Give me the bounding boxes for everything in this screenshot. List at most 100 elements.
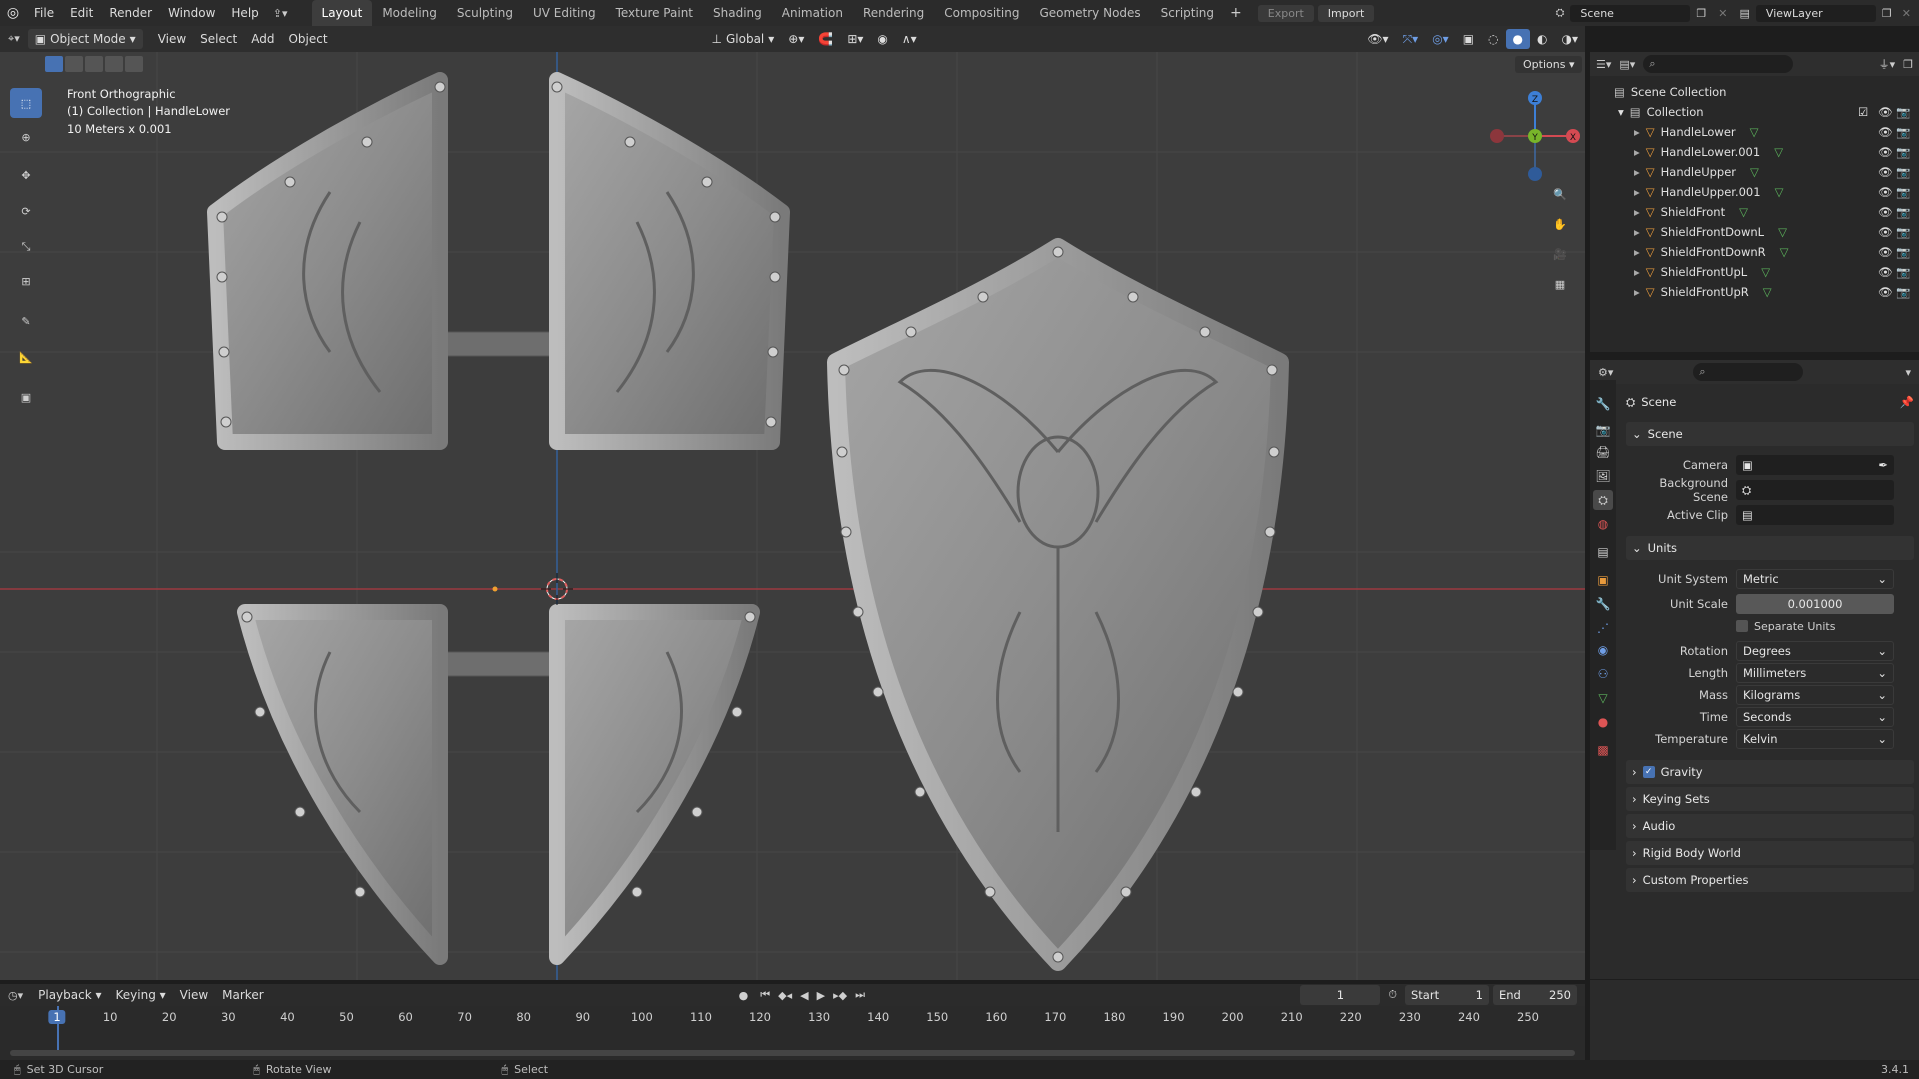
expand-arrow-icon[interactable]: ▸	[1634, 145, 1640, 159]
pivot-point-icon[interactable]: ⊕▾	[781, 29, 811, 49]
properties-search-field[interactable]: ⌕	[1693, 363, 1804, 381]
outliner-search-field[interactable]: ⌕	[1643, 55, 1794, 73]
visibility-filter-icon[interactable]: 👁▾	[1360, 29, 1395, 49]
camera-icon[interactable]: 📷	[1896, 265, 1910, 279]
object-tab-icon[interactable]: ▣	[1593, 570, 1613, 590]
eye-icon[interactable]: 👁	[1878, 245, 1893, 259]
delete-view-layer-icon[interactable]: ✕	[1898, 7, 1919, 20]
material-tab-icon[interactable]: ●	[1593, 712, 1613, 732]
expand-arrow-icon[interactable]: ▸	[1634, 205, 1640, 219]
expand-arrow-icon[interactable]: ▾	[1618, 105, 1624, 119]
camera-icon[interactable]: 📷	[1896, 165, 1910, 179]
chevron-down-icon[interactable]: ▾	[1905, 366, 1911, 379]
tab-animation[interactable]: Animation	[772, 0, 853, 26]
measure-tool[interactable]: 📐	[10, 342, 42, 372]
select-invert-icon[interactable]	[105, 56, 123, 72]
upload-icon[interactable]: ⇪▾	[267, 7, 294, 20]
view-layer-selector[interactable]: ViewLayer	[1755, 4, 1876, 22]
camera-icon[interactable]: 📷	[1896, 205, 1910, 219]
gravity-checkbox[interactable]: ✓	[1642, 766, 1655, 778]
menu-help[interactable]: Help	[223, 0, 266, 26]
annotate-tool[interactable]: ✎	[10, 306, 42, 336]
tab-texture-paint[interactable]: Texture Paint	[606, 0, 703, 26]
unit-scale-field[interactable]: 0.001000	[1736, 594, 1894, 614]
wireframe-shading-icon[interactable]: ◌	[1481, 29, 1505, 49]
rotation-dropdown[interactable]: Degrees ⌄	[1736, 641, 1894, 661]
record-icon[interactable]: ●	[731, 989, 757, 1002]
scene-tab-icon[interactable]: ⛭	[1593, 490, 1613, 510]
eye-icon[interactable]: 👁	[1878, 105, 1893, 119]
length-dropdown[interactable]: Millimeters ⌄	[1736, 663, 1894, 683]
add-cube-tool[interactable]: ▣	[10, 382, 42, 412]
world-tab-icon[interactable]: ◍	[1593, 514, 1613, 534]
units-panel-header[interactable]: ⌄ Units	[1626, 536, 1914, 560]
particles-tab-icon[interactable]: ⋰	[1593, 618, 1613, 638]
zoom-icon[interactable]: 🔍	[1545, 180, 1575, 208]
camera-icon[interactable]: 📷	[1896, 185, 1910, 199]
editor-type-icon[interactable]: ⌖▾	[0, 32, 28, 46]
timeline-view-menu[interactable]: View	[173, 985, 215, 1005]
outliner-object-row[interactable]: ▸ ▽ ShieldFrontUpL ▽ 👁 📷	[1590, 262, 1919, 282]
expand-arrow-icon[interactable]: ▸	[1634, 125, 1640, 139]
data-tab-icon[interactable]: ▽	[1593, 688, 1613, 708]
camera-icon[interactable]: 📷	[1896, 125, 1910, 139]
camera-icon[interactable]: 📷	[1896, 285, 1910, 299]
prev-keyframe-icon[interactable]: ◆◂	[774, 989, 796, 1002]
modifier-tab-icon[interactable]: 🔧	[1593, 594, 1613, 614]
eye-icon[interactable]: 👁	[1878, 205, 1893, 219]
custom-properties-panel-header[interactable]: › Custom Properties	[1626, 868, 1914, 892]
expand-arrow-icon[interactable]: ▸	[1634, 265, 1640, 279]
import-button[interactable]: Import	[1317, 4, 1375, 22]
current-frame-field[interactable]: 1	[1300, 985, 1381, 1005]
xray-icon[interactable]: ▣	[1456, 29, 1481, 49]
eye-icon[interactable]: 👁	[1878, 265, 1893, 279]
marker-menu[interactable]: Marker	[215, 985, 270, 1005]
camera-field[interactable]: ▣ ✒	[1736, 455, 1894, 475]
eye-icon[interactable]: 👁	[1878, 145, 1893, 159]
select-subtract-icon[interactable]	[85, 56, 103, 72]
unit-system-dropdown[interactable]: Metric ⌄	[1736, 569, 1894, 589]
tab-modeling[interactable]: Modeling	[372, 0, 447, 26]
eye-icon[interactable]: 👁	[1878, 285, 1893, 299]
outliner-editor-icon[interactable]: ☰▾	[1596, 58, 1611, 71]
scene-panel-header[interactable]: ⌄ Scene	[1626, 422, 1914, 446]
outliner-object-row[interactable]: ▸ ▽ ShieldFrontDownR ▽ 👁 📷	[1590, 242, 1919, 262]
transform-tool[interactable]: ⊞	[10, 266, 42, 296]
mode-selector[interactable]: ▣ Object Mode ▾	[27, 29, 143, 49]
audio-panel-header[interactable]: › Audio	[1626, 814, 1914, 838]
checkbox-icon[interactable]: ☑	[1858, 105, 1868, 119]
eyedropper-icon[interactable]: ✒	[1878, 458, 1888, 472]
eye-icon[interactable]: 👁	[1878, 165, 1893, 179]
menu-file[interactable]: File	[26, 0, 62, 26]
solid-shading-icon[interactable]: ●	[1505, 29, 1531, 49]
menu-edit[interactable]: Edit	[62, 0, 101, 26]
scene-selector[interactable]: Scene	[1570, 4, 1691, 22]
keying-menu[interactable]: Keying ▾	[109, 985, 173, 1005]
pin-icon[interactable]: 📌	[1900, 395, 1914, 409]
transform-orientation-selector[interactable]: ⊥ Global ▾	[705, 29, 782, 49]
eye-icon[interactable]: 👁	[1878, 225, 1893, 239]
playback-menu[interactable]: Playback ▾	[31, 985, 108, 1005]
gravity-panel-header[interactable]: › ✓ Gravity	[1626, 760, 1914, 784]
mass-dropdown[interactable]: Kilograms ⌄	[1736, 685, 1894, 705]
start-frame-field[interactable]: Start 1	[1405, 985, 1489, 1005]
rigid-body-panel-header[interactable]: › Rigid Body World	[1626, 841, 1914, 865]
expand-arrow-icon[interactable]: ▸	[1634, 185, 1640, 199]
physics-tab-icon[interactable]: ◉	[1593, 640, 1613, 660]
timeline-editor-icon[interactable]: ◷▾	[0, 989, 31, 1002]
filter-icon[interactable]: ⏚▾	[1879, 56, 1896, 72]
camera-icon[interactable]: 📷	[1896, 245, 1910, 259]
display-mode-icon[interactable]: ▤▾	[1619, 58, 1635, 71]
tab-uv-editing[interactable]: UV Editing	[523, 0, 606, 26]
eye-icon[interactable]: 👁	[1878, 185, 1893, 199]
proportional-edit-icon[interactable]: ◉	[870, 29, 894, 49]
timeline-scrollbar[interactable]	[10, 1050, 1575, 1056]
jump-end-icon[interactable]: ⏭	[851, 988, 869, 1002]
camera-icon[interactable]: 📷	[1896, 105, 1910, 119]
rendered-shading-icon[interactable]: ◑▾	[1555, 29, 1586, 49]
collection-row[interactable]: ▾ ▤ Collection ☑ 👁 📷	[1590, 102, 1919, 122]
pan-hand-icon[interactable]: ✋	[1545, 210, 1575, 238]
overlay-toggle-icon[interactable]: ◎▾	[1425, 29, 1456, 49]
material-shading-icon[interactable]: ◐	[1530, 29, 1554, 49]
tab-sculpting[interactable]: Sculpting	[447, 0, 523, 26]
